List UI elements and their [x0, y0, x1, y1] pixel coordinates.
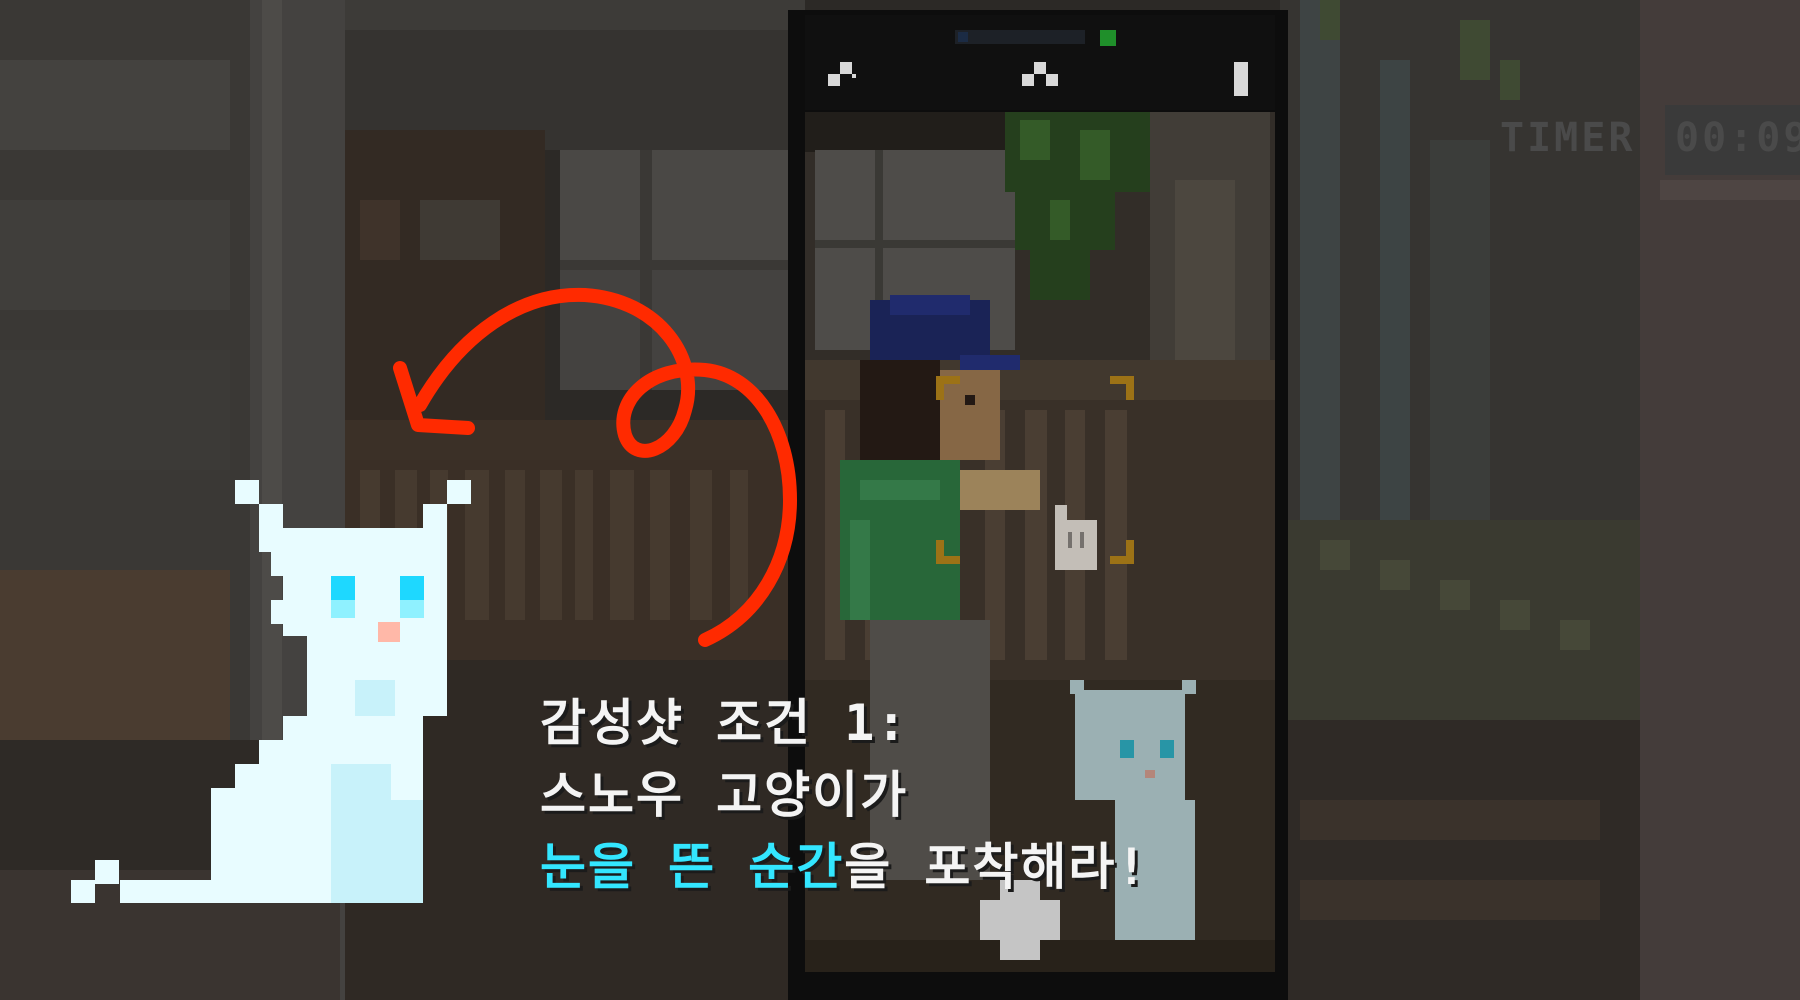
caption-line-3: 눈을 뜬 순간을 포착해라! — [540, 827, 1148, 899]
caption-rest: 을 포착해라! — [844, 838, 1149, 896]
game-screen: TIMER 00:09 감성샷 조건 1: 스노우 고양이가 눈을 뜬 순간을 … — [0, 0, 1800, 1000]
caption-line-2: 스노우 고양이가 — [540, 766, 909, 824]
battery-icon — [1234, 62, 1248, 96]
caption-highlight-eyes-open: 눈을 뜬 — [540, 838, 717, 896]
timer-label: TIMER — [1500, 115, 1636, 161]
caption-space — [716, 838, 748, 896]
status-light-icon — [1100, 30, 1116, 46]
caption-line-1: 감성샷 조건 1: — [540, 694, 909, 752]
caption-highlight-moment: 순간 — [748, 838, 845, 896]
timer-value: 00:09 — [1675, 115, 1800, 161]
